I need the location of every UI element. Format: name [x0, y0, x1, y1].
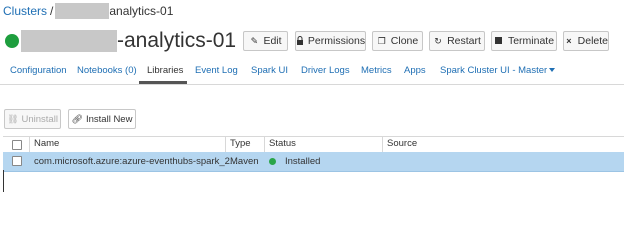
table-row[interactable]: com.microsoft.azure:azure-eventhubs-spar… — [3, 152, 624, 172]
pencil-icon: ✎ — [250, 35, 259, 46]
page-title-row: -analytics-01 ◆ — [5, 26, 254, 56]
redacted-text — [55, 3, 110, 19]
install-new-button[interactable]: 🔗︎ Install New — [68, 109, 136, 129]
tab-configuration[interactable]: Configuration — [10, 65, 67, 76]
library-name: com.microsoft.azure:azure-eventhubs-spar… — [34, 156, 241, 167]
copy-icon: ❐ — [377, 35, 386, 46]
edit-button[interactable]: ✎ Edit — [243, 31, 288, 51]
tab-event-log[interactable]: Event Log — [195, 65, 238, 76]
clone-button[interactable]: ❐ Clone — [372, 31, 423, 51]
running-status-icon — [5, 34, 19, 48]
cluster-tabs: Configuration Notebooks (0) Libraries Ev… — [0, 60, 624, 85]
unlink-icon: ⛓ — [7, 113, 19, 124]
chevron-down-icon — [549, 68, 556, 73]
tab-driver-logs[interactable]: Driver Logs — [301, 65, 350, 76]
tab-spark-ui[interactable]: Spark UI — [251, 65, 288, 76]
column-header-type[interactable]: Type — [230, 138, 251, 149]
text-cursor — [3, 170, 4, 192]
uninstall-button[interactable]: ⛓ Uninstall — [4, 109, 61, 129]
page-title: -analytics-01 — [117, 29, 237, 52]
breadcrumb: Clusters / analytics-01 — [3, 3, 173, 19]
tab-libraries[interactable]: Libraries — [147, 65, 183, 76]
delete-button[interactable]: × Delete — [563, 31, 609, 51]
permissions-button[interactable]: Permissions — [295, 31, 366, 51]
lock-icon — [296, 35, 304, 47]
breadcrumb-separator: / — [50, 4, 54, 18]
stop-icon — [494, 36, 504, 46]
column-divider — [264, 137, 265, 152]
terminate-button[interactable]: Terminate — [491, 31, 557, 51]
column-divider — [225, 137, 226, 152]
installed-status-icon — [269, 158, 276, 165]
column-divider — [29, 137, 30, 152]
column-header-source[interactable]: Source — [387, 138, 417, 149]
row-checkbox[interactable] — [12, 156, 22, 166]
tab-apps[interactable]: Apps — [404, 65, 426, 76]
column-header-name[interactable]: Name — [34, 138, 59, 149]
breadcrumb-clusters-link[interactable]: Clusters — [3, 4, 47, 18]
table-header: Name Type Status Source — [3, 136, 624, 153]
select-all-checkbox[interactable] — [12, 140, 22, 150]
library-status: Installed — [285, 156, 321, 167]
redacted-text — [21, 30, 117, 52]
tab-notebooks[interactable]: Notebooks (0) — [77, 65, 137, 76]
breadcrumb-cluster-name: analytics-01 — [109, 4, 174, 18]
restart-button[interactable]: ↻ Restart — [429, 31, 485, 51]
refresh-icon: ↻ — [434, 35, 442, 46]
close-icon: × — [566, 36, 572, 46]
tab-metrics[interactable]: Metrics — [361, 65, 392, 76]
link-icon: 🔗︎ — [71, 113, 83, 124]
library-type: Maven — [230, 156, 259, 167]
active-tab-indicator — [139, 81, 187, 84]
column-header-status[interactable]: Status — [269, 138, 296, 149]
column-divider — [382, 137, 383, 152]
tab-spark-cluster-ui[interactable]: Spark Cluster UI - Master — [440, 65, 556, 76]
